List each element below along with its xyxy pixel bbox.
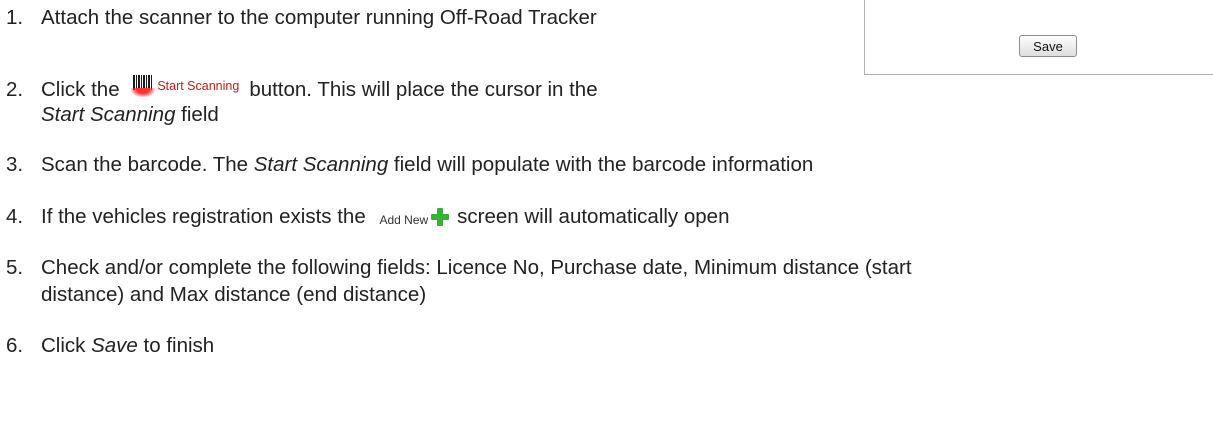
step-text-after: screen will automatically open <box>457 205 730 228</box>
step-text-before: If the vehicles registration exists the <box>41 205 366 228</box>
step-text-before: Click <box>41 334 92 357</box>
green-plus-icon <box>431 208 450 226</box>
add-new-button[interactable]: Add New <box>379 208 450 229</box>
step-2: 2. Click the Start Scanning button. This … <box>6 75 1203 103</box>
add-new-label: Add New <box>379 213 429 227</box>
start-scanning-button[interactable]: Start Scanning <box>131 75 239 97</box>
step-number: 2. <box>6 78 24 101</box>
step-text: Attach the scanner to the computer runni… <box>41 6 597 29</box>
step-number: 4. <box>6 205 24 228</box>
step-4: 4. If the vehicles registration exists th… <box>6 204 1203 230</box>
step-text-after: button. This will place the cursor in th… <box>249 78 598 101</box>
step-number: 1. <box>6 6 24 29</box>
step-5: 5. Check and/or complete the following fi… <box>6 255 1203 281</box>
step-text: distance) and Max distance (end distance… <box>41 283 427 306</box>
step-number: 6. <box>6 334 24 357</box>
step-text-before: Scan the barcode. The <box>41 153 254 176</box>
step-text-before: Click the <box>41 78 120 101</box>
step-number: 3. <box>6 153 24 176</box>
step-number: 5. <box>6 256 24 279</box>
step-text-after: to finish <box>137 334 215 357</box>
step-2-continued: Start Scanning field <box>6 102 1203 128</box>
step-3: 3. Scan the barcode. The Start Scanning f… <box>6 152 1203 178</box>
step-1: 1. Attach the scanner to the computer run… <box>6 5 1203 31</box>
field-name: Start Scanning <box>41 103 176 126</box>
step-text: field <box>175 103 219 126</box>
field-name: Start Scanning <box>253 153 389 176</box>
step-5-continued: distance) and Max distance (end distance… <box>6 282 1203 308</box>
save-reference: Save <box>91 334 138 357</box>
barcode-scanner-icon <box>131 75 156 97</box>
step-6: 6. Click Save to finish <box>6 333 1203 359</box>
save-button[interactable]: Save <box>1019 35 1077 57</box>
step-text: Check and/or complete the following fiel… <box>41 256 912 279</box>
start-scanning-label: Start Scanning <box>157 79 240 93</box>
step-text-after: field will populate with the barcode inf… <box>388 153 814 176</box>
